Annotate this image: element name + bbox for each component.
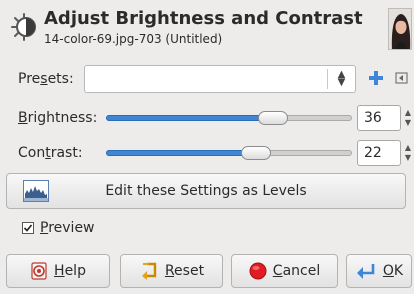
reset-label: Reset	[164, 263, 205, 279]
add-preset-icon	[369, 71, 383, 85]
preset-menu-icon	[395, 72, 408, 84]
cancel-button[interactable]: Cancel	[231, 254, 338, 288]
preview-checkbox[interactable]	[22, 222, 34, 238]
ok-label: OK	[382, 263, 404, 279]
brightness-spinbutton[interactable]: 36	[357, 105, 401, 131]
updown-arrows-icon: ▲ ▼	[337, 69, 346, 88]
contrast-label: Contrast:	[18, 145, 83, 161]
presets-combo[interactable]: ▲ ▼	[84, 65, 356, 93]
checkmark-icon	[22, 222, 34, 234]
contrast-slider-handle[interactable]	[241, 146, 272, 160]
brightness-spin-arrows-icon[interactable]: ▲ ▼	[402, 105, 414, 131]
reset-icon	[141, 262, 157, 280]
dialog-title: Adjust Brightness and Contrast	[44, 8, 363, 29]
presets-label: Presets:	[18, 71, 74, 87]
cancel-label: Cancel	[272, 263, 321, 279]
brightness-label: Brightness:	[18, 110, 98, 126]
add-preset-button[interactable]	[366, 68, 386, 88]
contrast-spin-arrows-icon[interactable]: ▲ ▼	[402, 140, 414, 166]
ok-button[interactable]: OK	[346, 254, 412, 288]
image-thumbnail	[388, 8, 412, 50]
preview-label[interactable]: Preview	[40, 220, 95, 236]
ok-icon	[356, 264, 375, 279]
help-label: Help	[54, 263, 86, 279]
cancel-icon	[249, 262, 267, 280]
help-button[interactable]: Help	[6, 254, 110, 288]
contrast-spinbutton[interactable]: 22	[357, 140, 401, 166]
brightness-slider-fill	[106, 115, 274, 121]
brightness-contrast-icon	[8, 12, 42, 42]
help-icon	[31, 262, 47, 280]
preset-menu-button[interactable]	[394, 70, 410, 86]
dialog-subtitle: 14-color-69.jpg-703 (Untitled)	[44, 32, 223, 46]
contrast-slider-fill	[106, 150, 257, 156]
reset-button[interactable]: Reset	[120, 254, 223, 288]
edit-as-levels-label: Edit these Settings as Levels	[105, 183, 307, 199]
edit-as-levels-button[interactable]: Edit these Settings as Levels	[6, 173, 406, 209]
brightness-slider-handle[interactable]	[258, 111, 289, 125]
